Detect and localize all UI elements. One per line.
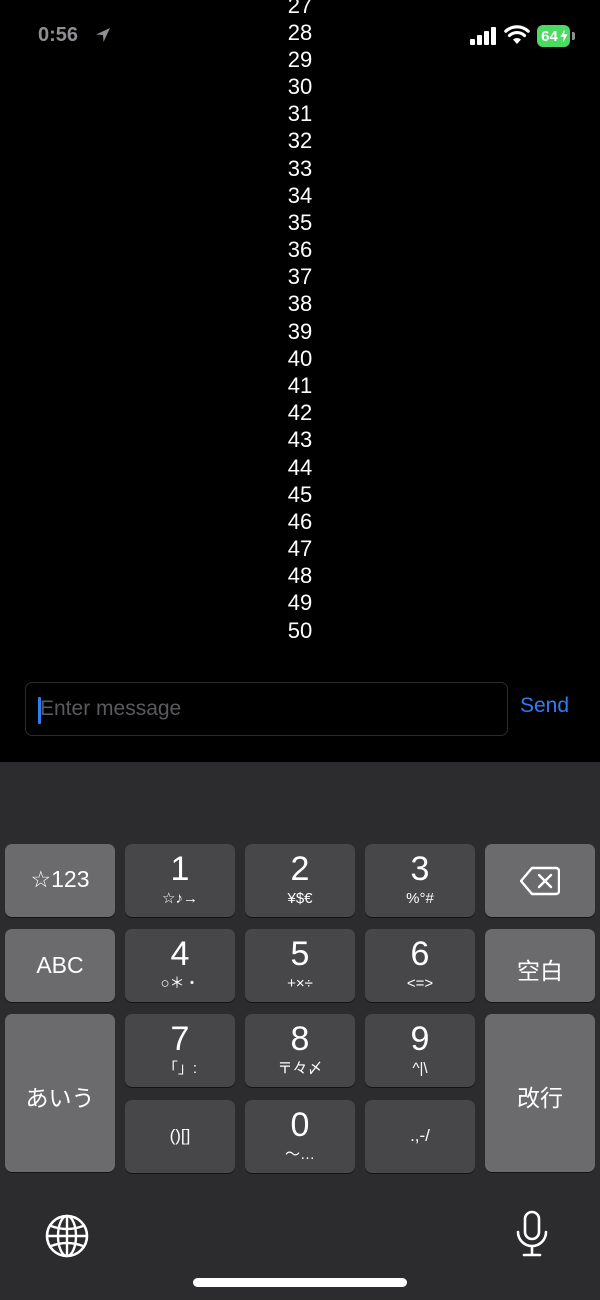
key-5[interactable]: 5 +×÷ <box>245 929 355 1002</box>
abc-key-label: ABC <box>36 952 84 978</box>
key-6[interactable]: 6 <=> <box>365 929 475 1002</box>
message-line: 47 <box>287 536 313 561</box>
key-main-label: 6 <box>410 935 430 973</box>
message-line: 49 <box>287 590 313 615</box>
key-7[interactable]: 7 「」: <box>125 1014 235 1087</box>
message-line: 34 <box>287 183 313 208</box>
key-sub-label: <=> <box>406 975 434 992</box>
key-main-label: 5 <box>290 935 310 973</box>
message-line: 35 <box>287 210 313 235</box>
message-line: 42 <box>287 400 313 425</box>
message-line: 36 <box>287 237 313 262</box>
message-line: 48 <box>287 563 313 588</box>
message-line: 43 <box>287 427 313 452</box>
return-key-label: 改行 <box>517 1085 563 1111</box>
key-punctuation[interactable]: .,-/ <box>365 1100 475 1173</box>
key-main-label: 9 <box>410 1020 430 1058</box>
microphone-icon[interactable] <box>514 1210 550 1258</box>
message-input[interactable]: Enter message <box>25 682 508 736</box>
key-sub-label: 〒々〆 <box>277 1060 323 1077</box>
key-3[interactable]: 3 %°# <box>365 844 475 917</box>
symbols-key-label: ☆123 <box>30 866 90 892</box>
message-line: 40 <box>287 346 313 371</box>
key-sub-label: 〜… <box>284 1146 315 1163</box>
home-indicator <box>193 1278 407 1287</box>
globe-icon[interactable] <box>44 1213 90 1259</box>
message-line: 46 <box>287 509 313 534</box>
key-sub-label: %°# <box>406 890 434 907</box>
delete-button[interactable] <box>485 844 595 917</box>
key-main-label: .,-/ <box>410 1126 430 1145</box>
key-main-label: 2 <box>290 850 310 888</box>
keyboard: ☆123 1 ☆♪→ 2 ¥$€ 3 %°# ABC 4 ○＊・ 5 +×÷ 6… <box>0 762 600 1300</box>
key-sub-label: ☆♪→ <box>162 890 198 907</box>
message-line: 38 <box>287 291 313 316</box>
status-time: 0:56 <box>38 24 79 46</box>
send-button[interactable]: Send <box>520 694 569 718</box>
delete-icon <box>520 866 560 896</box>
abc-key[interactable]: ABC <box>5 929 115 1002</box>
battery-icon: 64 <box>537 25 570 47</box>
key-2[interactable]: 2 ¥$€ <box>245 844 355 917</box>
key-main-label: 7 <box>170 1020 190 1058</box>
space-key[interactable]: 空白 <box>485 929 595 1002</box>
message-line: 44 <box>287 455 313 480</box>
key-main-label: 3 <box>410 850 430 888</box>
battery-level: 64 <box>541 27 558 45</box>
message-list[interactable]: 27 28 29 30 31 32 33 34 35 36 37 38 39 4… <box>0 0 600 650</box>
key-sub-label: 「」: <box>162 1060 198 1077</box>
space-key-label: 空白 <box>517 958 563 984</box>
charging-bolt-icon <box>560 28 568 44</box>
key-8[interactable]: 8 〒々〆 <box>245 1014 355 1087</box>
message-line: 33 <box>287 156 313 181</box>
key-main-label: 8 <box>290 1020 310 1058</box>
key-4[interactable]: 4 ○＊・ <box>125 929 235 1002</box>
key-main-label: 4 <box>170 935 190 973</box>
message-line: 31 <box>287 101 313 126</box>
status-bar: 0:56 64 <box>0 0 600 60</box>
key-sub-label: ^|\ <box>412 1060 428 1077</box>
symbols-key[interactable]: ☆123 <box>5 844 115 917</box>
key-0[interactable]: 0 〜… <box>245 1100 355 1173</box>
location-arrow-icon <box>96 28 110 42</box>
key-1[interactable]: 1 ☆♪→ <box>125 844 235 917</box>
message-line: 41 <box>287 373 313 398</box>
battery-tip <box>572 32 575 40</box>
message-line: 37 <box>287 264 313 289</box>
message-input-placeholder: Enter message <box>40 697 182 720</box>
key-9[interactable]: 9 ^|\ <box>365 1014 475 1087</box>
kana-key[interactable]: あいう <box>5 1014 115 1172</box>
cellular-signal-icon <box>470 27 496 45</box>
key-brackets[interactable]: ()[] <box>125 1100 235 1173</box>
message-line: 39 <box>287 319 313 344</box>
message-line: 30 <box>287 74 313 99</box>
wifi-icon <box>504 25 530 44</box>
message-line: 50 <box>287 618 313 643</box>
message-line: 45 <box>287 482 313 507</box>
key-sub-label: ○＊・ <box>160 975 200 992</box>
return-key[interactable]: 改行 <box>485 1014 595 1172</box>
message-line: 32 <box>287 128 313 153</box>
key-main-label: 0 <box>290 1106 310 1144</box>
key-main-label: ()[] <box>169 1126 191 1145</box>
key-sub-label: +×÷ <box>287 975 313 992</box>
key-main-label: 1 <box>170 850 190 888</box>
kana-key-label: あいう <box>25 1085 95 1111</box>
key-sub-label: ¥$€ <box>287 890 313 907</box>
